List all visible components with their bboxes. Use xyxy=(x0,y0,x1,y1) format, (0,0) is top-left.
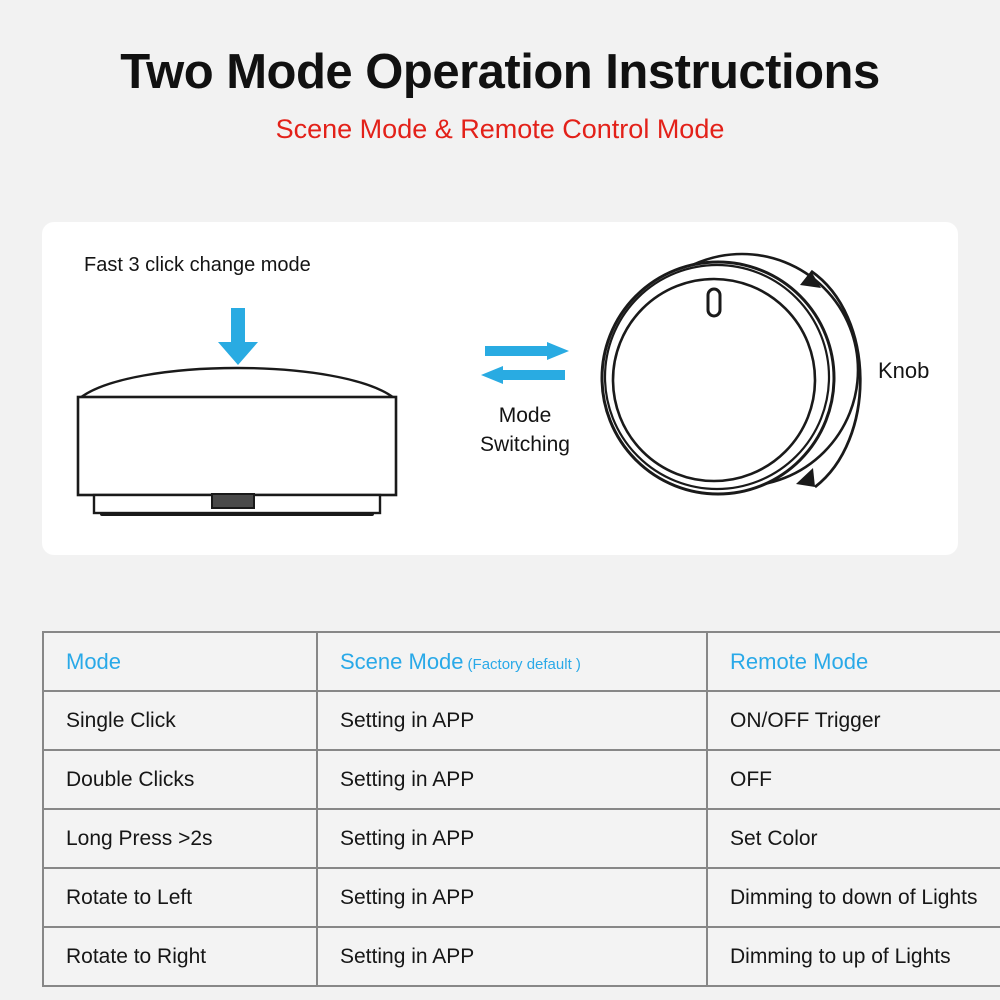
cell-scene: Setting in APP xyxy=(316,926,708,987)
page-title: Two Mode Operation Instructions xyxy=(120,45,880,99)
cell-remote: Dimming to up of Lights xyxy=(706,926,1000,987)
cell-scene: Setting in APP xyxy=(316,749,708,810)
table-row: Double Clicks Setting in APP OFF xyxy=(42,749,1000,810)
device-illustration-group: Fast 3 click change mode xyxy=(60,240,430,540)
cell-remote: Dimming to down of Lights xyxy=(706,867,1000,928)
cell-scene: Setting in APP xyxy=(316,867,708,928)
table-body: Single Click Setting in APP ON/OFF Trigg… xyxy=(42,690,1000,987)
cell-mode: Rotate to Left xyxy=(42,867,318,928)
column-header-scene-mode: Scene Mode (Factory default ) xyxy=(316,631,708,692)
mode-switching-group: Mode Switching xyxy=(440,342,610,512)
mode-switching-label-line2: Switching xyxy=(480,432,570,456)
cell-mode: Double Clicks xyxy=(42,749,318,810)
column-header-remote-mode: Remote Mode xyxy=(706,631,1000,692)
cell-remote: Set Color xyxy=(706,808,1000,869)
cell-mode: Long Press >2s xyxy=(42,808,318,869)
smart-knob-side-view-icon xyxy=(76,366,398,516)
rotary-knob-icon xyxy=(600,252,862,496)
cell-remote: ON/OFF Trigger xyxy=(706,690,1000,751)
table-row: Single Click Setting in APP ON/OFF Trigg… xyxy=(42,690,1000,751)
diagram-card: Fast 3 click change mode Mode Switching xyxy=(42,222,958,555)
cell-scene: Setting in APP xyxy=(316,690,708,751)
mode-switching-label-line1: Mode xyxy=(498,404,552,427)
mode-behaviour-table: Mode Scene Mode (Factory default ) Remote… xyxy=(42,631,1000,987)
table-row: Long Press >2s Setting in APP Set Color xyxy=(42,808,1000,869)
mode-switching-label: Mode Switching xyxy=(440,402,610,460)
cell-scene: Setting in APP xyxy=(316,808,708,869)
down-arrow-icon xyxy=(218,308,258,365)
table-row: Rotate to Right Setting in APP Dimming t… xyxy=(42,926,1000,987)
left-right-arrows-icon xyxy=(481,342,569,384)
column-header-scene-mode-text: Scene Mode xyxy=(340,648,464,674)
table-header: Mode Scene Mode (Factory default ) Remote… xyxy=(42,631,1000,692)
table-row: Rotate to Left Setting in APP Dimming to… xyxy=(42,867,1000,928)
fast-click-label: Fast 3 click change mode xyxy=(84,254,311,276)
page-subtitle: Scene Mode & Remote Control Mode xyxy=(275,114,725,145)
knob-illustration-group: Knob xyxy=(590,236,950,536)
knob-label: Knob xyxy=(878,358,930,383)
page-header: Two Mode Operation Instructions Scene Mo… xyxy=(0,0,1000,145)
column-header-scene-mode-note: (Factory default ) xyxy=(467,655,581,673)
column-header-mode: Mode xyxy=(42,631,318,692)
cell-mode: Single Click xyxy=(42,690,318,751)
cell-remote: OFF xyxy=(706,749,1000,810)
knob-indicator-mark-icon xyxy=(706,287,722,318)
table-header-row: Mode Scene Mode (Factory default ) Remote… xyxy=(42,631,1000,692)
cell-mode: Rotate to Right xyxy=(42,926,318,987)
